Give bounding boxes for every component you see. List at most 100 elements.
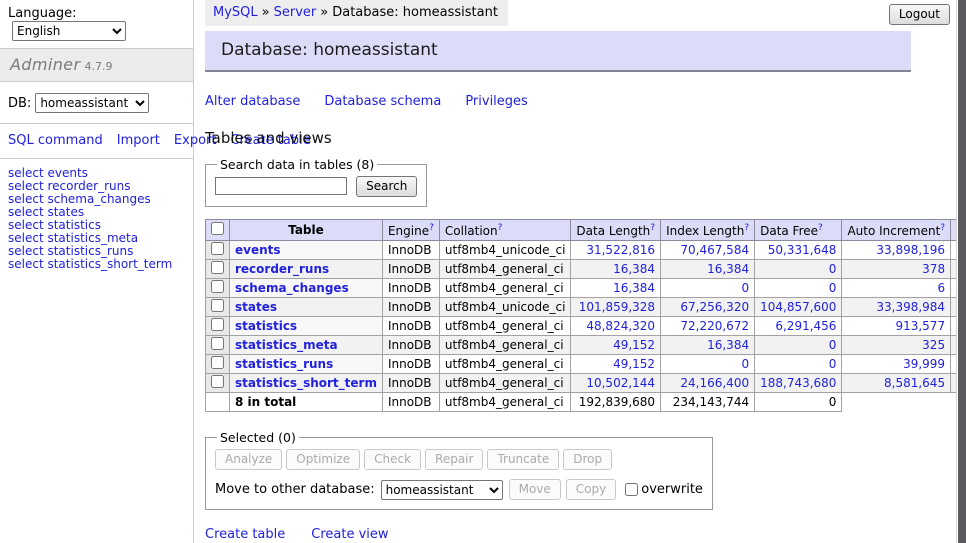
auto-increment-cell-link[interactable]: 913,577	[895, 319, 945, 333]
data-free-cell-link[interactable]: 0	[829, 357, 837, 371]
data-length-cell: 10,502,144	[571, 374, 661, 393]
sidebar-action-1[interactable]: Import	[117, 133, 160, 148]
data-free-cell-link[interactable]: 188,743,680	[760, 376, 836, 390]
drop-button: Drop	[563, 449, 612, 470]
row-checkbox[interactable]	[211, 280, 224, 293]
data-length-cell-link[interactable]: 49,152	[613, 338, 655, 352]
search-input[interactable]	[215, 177, 347, 195]
logout-area: Logout	[889, 4, 950, 25]
table-link[interactable]: events	[235, 243, 281, 257]
data-length-cell-link[interactable]: 31,522,816	[586, 243, 655, 257]
table-link[interactable]: schema_changes	[235, 281, 349, 295]
data-length-cell-link[interactable]: 101,859,328	[579, 300, 655, 314]
sidebar-table-link-7[interactable]: select statistics_short_term	[8, 258, 185, 271]
overwrite-checkbox[interactable]	[625, 483, 638, 496]
data-free-cell-link[interactable]: 0	[829, 262, 837, 276]
help-link[interactable]: ?	[429, 223, 434, 233]
breadcrumb-separator: »	[262, 5, 270, 20]
data-length-cell: 16,384	[571, 279, 661, 298]
logout-button[interactable]: Logout	[889, 4, 950, 25]
row-checkbox[interactable]	[211, 299, 224, 312]
adminer-brand-link[interactable]: Adminer4.7.9	[10, 59, 113, 74]
data-free-cell-link[interactable]: 0	[829, 281, 837, 295]
collation-cell: utf8mb4_general_ci	[439, 374, 571, 393]
table-link[interactable]: states	[235, 300, 277, 314]
row-checkbox[interactable]	[211, 318, 224, 331]
db-select[interactable]: homeassistant	[35, 93, 149, 113]
table-row: eventsInnoDButf8mb4_unicode_ci31,522,816…	[206, 241, 966, 260]
table-name-cell: statistics_runs	[230, 355, 383, 374]
engine-cell: InnoDB	[382, 241, 439, 260]
row-checkbox[interactable]	[211, 356, 224, 369]
data-length-cell-link[interactable]: 16,384	[613, 262, 655, 276]
data-length-cell-link[interactable]: 48,824,320	[586, 319, 655, 333]
auto-increment-cell-link[interactable]: 33,398,984	[876, 300, 945, 314]
collation-cell: utf8mb4_general_ci	[439, 336, 571, 355]
search-fieldset: Search data in tables (8) Search	[205, 157, 427, 207]
move-database-select[interactable]: homeassistant	[381, 480, 503, 500]
table-link[interactable]: statistics_runs	[235, 357, 333, 371]
index-length-cell-link[interactable]: 16,384	[707, 262, 749, 276]
data-free-cell-link[interactable]: 50,331,648	[768, 243, 837, 257]
create-link-0[interactable]: Create table	[205, 527, 285, 542]
language-select[interactable]: English	[12, 21, 126, 41]
breadcrumb-item-0[interactable]: MySQL	[213, 5, 258, 20]
index-length-cell: 72,220,672	[661, 317, 755, 336]
data-free-cell-link[interactable]: 6,291,456	[775, 319, 836, 333]
table-name-cell: recorder_runs	[230, 260, 383, 279]
data-free-cell-link[interactable]: 104,857,600	[760, 300, 836, 314]
collation-cell: utf8mb4_general_ci	[439, 260, 571, 279]
auto-increment-cell-link[interactable]: 378	[922, 262, 945, 276]
table-link[interactable]: statistics	[235, 319, 297, 333]
help-link[interactable]: ?	[650, 223, 655, 233]
total-engine-cell: InnoDB	[382, 393, 439, 412]
vertical-scrollbar[interactable]	[956, 0, 966, 543]
db-link-1[interactable]: Database schema	[324, 94, 441, 109]
breadcrumb-item-1[interactable]: Server	[274, 5, 317, 20]
create-link-1[interactable]: Create view	[311, 527, 388, 542]
index-length-cell-link[interactable]: 72,220,672	[680, 319, 749, 333]
table-header-row: TableEngine?Collation?Data Length?Index …	[206, 220, 966, 241]
auto-increment-cell-link[interactable]: 39,999	[903, 357, 945, 371]
table-link[interactable]: recorder_runs	[235, 262, 329, 276]
help-link[interactable]: ?	[940, 223, 945, 233]
auto-increment-cell: 8,581,645	[842, 374, 951, 393]
db-link-0[interactable]: Alter database	[205, 94, 300, 109]
data-free-cell: 0	[755, 279, 842, 298]
index-length-cell-link[interactable]: 16,384	[707, 338, 749, 352]
sidebar-action-0[interactable]: SQL command	[8, 133, 103, 148]
row-checkbox[interactable]	[211, 261, 224, 274]
select-all-checkbox[interactable]	[211, 222, 224, 235]
row-check-cell	[206, 279, 230, 298]
help-link[interactable]: ?	[818, 223, 823, 233]
index-length-cell-link[interactable]: 0	[741, 357, 749, 371]
help-link[interactable]: ?	[498, 223, 503, 233]
data-length-cell-link[interactable]: 16,384	[613, 281, 655, 295]
table-link[interactable]: statistics_short_term	[235, 376, 377, 390]
auto-increment-cell-link[interactable]: 325	[922, 338, 945, 352]
index-length-cell: 70,467,584	[661, 241, 755, 260]
table-link[interactable]: statistics_meta	[235, 338, 338, 352]
row-checkbox[interactable]	[211, 242, 224, 255]
db-link-2[interactable]: Privileges	[465, 94, 528, 109]
auto-increment-cell-link[interactable]: 6	[937, 281, 945, 295]
row-checkbox[interactable]	[211, 375, 224, 388]
data-length-cell: 49,152	[571, 355, 661, 374]
data-length-cell-link[interactable]: 49,152	[613, 357, 655, 371]
row-checkbox[interactable]	[211, 337, 224, 350]
search-button[interactable]: Search	[356, 176, 417, 197]
data-length-cell-link[interactable]: 10,502,144	[586, 376, 655, 390]
help-link[interactable]: ?	[744, 223, 749, 233]
index-length-cell-link[interactable]: 67,256,320	[680, 300, 749, 314]
data-length-cell: 31,522,816	[571, 241, 661, 260]
data-free-cell-link[interactable]: 0	[829, 338, 837, 352]
index-length-cell-link[interactable]: 0	[741, 281, 749, 295]
table-row: statistics_runsInnoDButf8mb4_general_ci4…	[206, 355, 966, 374]
auto-increment-cell-link[interactable]: 33,898,196	[876, 243, 945, 257]
auto-increment-cell-link[interactable]: 8,581,645	[884, 376, 945, 390]
table-row: recorder_runsInnoDButf8mb4_general_ci16,…	[206, 260, 966, 279]
index-length-cell-link[interactable]: 70,467,584	[680, 243, 749, 257]
index-length-cell-link[interactable]: 24,166,400	[680, 376, 749, 390]
scrollbar-thumb[interactable]	[958, 0, 966, 543]
table-name-cell: states	[230, 298, 383, 317]
